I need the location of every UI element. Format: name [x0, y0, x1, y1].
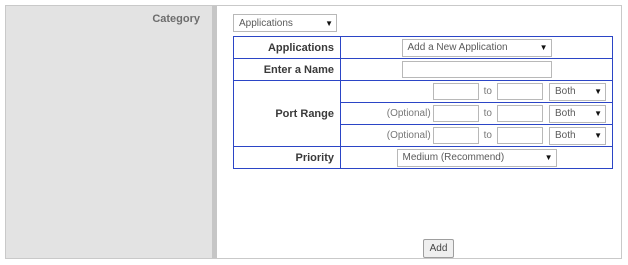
chevron-down-icon: ▼ — [594, 87, 602, 96]
protocol-select-value: Both — [555, 108, 576, 119]
name-label: Enter a Name — [233, 58, 341, 81]
application-settings-table: Applications Add a New Application ▼ Ent… — [233, 36, 613, 169]
applications-select-value: Add a New Application — [407, 42, 508, 53]
port-start-input[interactable] — [432, 105, 479, 122]
qos-application-panel: Category Applications ▼ Applications Add… — [5, 5, 622, 259]
priority-select[interactable]: Medium (Recommend) ▼ — [396, 148, 557, 167]
chevron-down-icon: ▼ — [544, 153, 553, 162]
chevron-down-icon: ▼ — [325, 18, 333, 28]
priority-label: Priority — [233, 146, 341, 169]
protocol-select[interactable]: Both ▼ — [549, 82, 606, 101]
protocol-select-value: Both — [555, 130, 576, 141]
chevron-down-icon: ▼ — [594, 131, 602, 140]
to-label: to — [483, 86, 492, 97]
to-label: to — [483, 108, 492, 119]
chevron-down-icon: ▼ — [539, 43, 548, 52]
port-end-input[interactable] — [497, 127, 543, 144]
port-start-input[interactable] — [432, 83, 479, 100]
protocol-select[interactable]: Both ▼ — [549, 126, 606, 145]
optional-label: (Optional) — [386, 130, 431, 141]
port-range-label: Port Range — [233, 80, 341, 147]
protocol-select[interactable]: Both ▼ — [549, 104, 606, 123]
name-input[interactable] — [401, 61, 552, 78]
category-select[interactable]: Applications ▼ — [233, 14, 337, 32]
applications-row: Applications Add a New Application ▼ — [233, 36, 613, 59]
protocol-select-value: Both — [555, 86, 576, 97]
category-label: Category — [152, 13, 200, 25]
chevron-down-icon: ▼ — [594, 109, 602, 118]
sidebar-divider — [212, 6, 217, 258]
applications-select[interactable]: Add a New Application ▼ — [401, 38, 552, 57]
add-button[interactable]: Add — [423, 239, 454, 258]
port-end-input[interactable] — [497, 83, 543, 100]
name-row: Enter a Name — [233, 58, 613, 81]
optional-label: (Optional) — [386, 108, 431, 119]
applications-label: Applications — [233, 36, 341, 59]
sidebar: Category — [6, 6, 212, 258]
port-start-input[interactable] — [432, 127, 479, 144]
category-select-value: Applications — [239, 17, 293, 29]
to-label: to — [483, 130, 492, 141]
priority-select-value: Medium (Recommend) — [402, 152, 505, 163]
port-range-row: Port Range to Both ▼ — [233, 80, 613, 147]
port-end-input[interactable] — [497, 105, 543, 122]
priority-row: Priority Medium (Recommend) ▼ — [233, 146, 613, 169]
